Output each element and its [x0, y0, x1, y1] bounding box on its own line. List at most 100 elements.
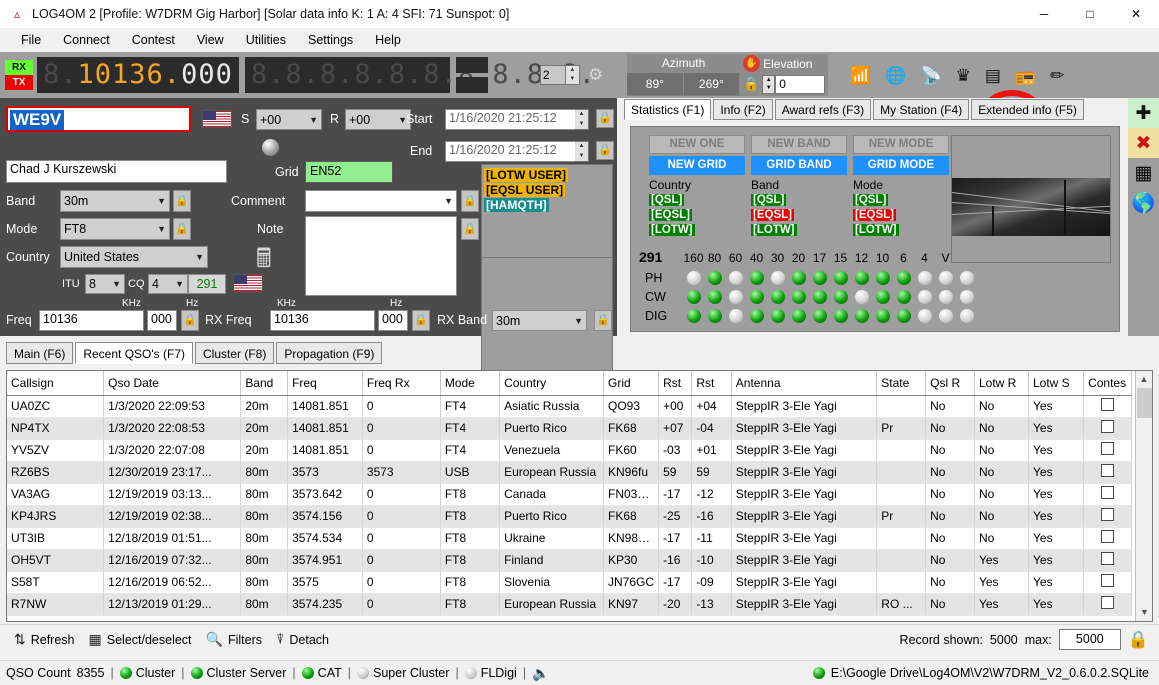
rx-band-lock-icon[interactable]: 🔒: [594, 310, 612, 331]
table-column-header[interactable]: Contes: [1083, 371, 1132, 396]
table-row[interactable]: OH5VT 12/16/2019 07:32... 80m 3574.951 0 FT8 F…: [7, 549, 1132, 572]
table-row[interactable]: RZ6BS 12/30/2019 23:17... 80m 3573 3573 USB Eu…: [7, 461, 1132, 484]
table-scrollbar[interactable]: ▲ ▼: [1135, 371, 1152, 621]
menu-file[interactable]: File: [10, 30, 52, 50]
table-row[interactable]: KP4JRS 12/19/2019 02:38... 80m 3574.156 0 FT8…: [7, 505, 1132, 528]
start-lock-icon[interactable]: 🔒: [596, 109, 614, 128]
grid-input[interactable]: EN52: [305, 161, 393, 183]
table-column-header[interactable]: Lotw S: [1028, 371, 1085, 396]
maximize-button[interactable]: □: [1067, 0, 1113, 28]
vfo-value[interactable]: 2: [539, 65, 566, 85]
table-row[interactable]: R7NW 12/13/2019 01:29... 80m 3574.235 0 FT8 Eu…: [7, 593, 1132, 616]
minimize-button[interactable]: ─: [1021, 0, 1067, 28]
table-column-header[interactable]: Grid: [603, 371, 660, 396]
freq-hz-input[interactable]: 000: [147, 310, 177, 331]
new-mode-button[interactable]: NEW MODE: [853, 135, 949, 154]
speaker-icon[interactable]: 🔈: [532, 665, 549, 682]
station-photo[interactable]: [951, 135, 1111, 263]
table-column-header[interactable]: Mode: [440, 371, 501, 396]
tab-propagation[interactable]: Propagation (F9): [276, 342, 383, 364]
comment-lock-icon[interactable]: 🔒: [461, 190, 479, 212]
menu-utilities[interactable]: Utilities: [235, 30, 297, 50]
menu-view[interactable]: View: [186, 30, 235, 50]
table-row[interactable]: NP4TX 1/3/2020 22:08:53 20m 14081.851 0 FT4 Pu…: [7, 417, 1132, 440]
cat-label[interactable]: CAT: [318, 666, 342, 680]
table-column-header[interactable]: Freq Rx: [362, 371, 441, 396]
globe-icon[interactable]: 🌐: [885, 67, 906, 84]
contest-checkbox[interactable]: [1101, 398, 1115, 411]
frequency-display[interactable]: 8. 10136. 000: [37, 57, 239, 93]
close-button[interactable]: ✕: [1113, 0, 1159, 28]
table-row[interactable]: S58T 12/16/2019 06:52... 80m 3575 0 FT8 Sloven…: [7, 571, 1132, 594]
end-datetime-input[interactable]: 1/16/2020 21:25:12: [445, 141, 589, 162]
max-records-input[interactable]: 5000: [1058, 629, 1121, 650]
stop-hand-icon[interactable]: ✋: [743, 55, 761, 72]
r-select[interactable]: +00 ▼: [345, 109, 411, 130]
delete-qso-icon[interactable]: ✖: [1128, 128, 1159, 158]
new-one-button[interactable]: NEW ONE: [649, 135, 745, 154]
antenna-rotor-icon[interactable]: 📡: [920, 67, 941, 84]
server-icon[interactable]: ▤: [985, 67, 1001, 84]
refresh-button[interactable]: ⇅ Refresh: [14, 631, 75, 648]
radio-icon[interactable]: 📻: [1015, 67, 1036, 84]
mode-select[interactable]: FT8 ▼: [60, 218, 170, 240]
contest-checkbox[interactable]: [1101, 486, 1115, 499]
start-spinner[interactable]: ▲ ▼: [575, 109, 589, 130]
band-lock-icon[interactable]: 🔒: [173, 190, 191, 212]
scroll-up-button[interactable]: ▲: [1136, 371, 1152, 388]
freq-lock-icon[interactable]: 🔒: [181, 310, 199, 331]
select-deselect-button[interactable]: ▦ Select/deselect: [89, 631, 192, 648]
note-lock-icon[interactable]: 🔒: [461, 218, 479, 240]
contest-checkbox[interactable]: [1101, 574, 1115, 587]
name-input[interactable]: Chad J Kurszewski: [6, 160, 227, 183]
contest-checkbox[interactable]: [1101, 464, 1115, 477]
rx-freq-hz-input[interactable]: 000: [378, 310, 408, 331]
table-row[interactable]: UA0ZC 1/3/2020 22:09:53 20m 14081.851 0 FT4 As…: [7, 395, 1132, 418]
tab-main[interactable]: Main (F6): [6, 342, 74, 364]
filters-button[interactable]: 🔍 Filters: [206, 631, 262, 648]
end-lock-icon[interactable]: 🔒: [596, 141, 614, 160]
table-column-header[interactable]: Freq: [287, 371, 363, 396]
new-band-button[interactable]: NEW BAND: [751, 135, 847, 154]
tab-extended-info[interactable]: Extended info (F5): [971, 99, 1084, 120]
table-column-header[interactable]: Antenna: [731, 371, 878, 396]
table-row[interactable]: VA3AG 12/19/2019 03:13... 80m 3573.642 0 FT8 C…: [7, 483, 1132, 506]
menu-help[interactable]: Help: [364, 30, 412, 50]
records-lock-icon[interactable]: 🔒: [1128, 630, 1149, 650]
table-column-header[interactable]: Callsign: [7, 371, 105, 396]
contest-checkbox[interactable]: [1101, 420, 1115, 433]
table-column-header[interactable]: Qso Date: [103, 371, 242, 396]
contest-checkbox[interactable]: [1101, 530, 1115, 543]
crown-icon[interactable]: ♛: [956, 67, 971, 84]
note-textarea[interactable]: [305, 216, 457, 296]
freq-khz-input[interactable]: 10136: [39, 310, 144, 331]
grid-mode-button[interactable]: GRID MODE: [853, 156, 949, 175]
table-column-header[interactable]: State: [876, 371, 927, 396]
scroll-down-button[interactable]: ▼: [1136, 604, 1152, 621]
vfo-spinner[interactable]: ▲ ▼: [565, 65, 580, 85]
table-column-header[interactable]: Lotw R: [974, 371, 1030, 396]
callsign-input[interactable]: WE9V: [10, 110, 65, 130]
tab-info[interactable]: Info (F2): [713, 99, 773, 120]
s-select[interactable]: +00 ▼: [256, 109, 322, 130]
tab-cluster[interactable]: Cluster (F8): [195, 342, 275, 364]
itu-select[interactable]: 8 ▼: [85, 274, 125, 294]
fldigi-label[interactable]: FLDigi: [481, 666, 517, 680]
tab-statistics[interactable]: Statistics (F1): [624, 99, 712, 120]
table-column-header[interactable]: Rst: [658, 371, 693, 396]
signal-waves-icon[interactable]: 📶: [850, 67, 871, 84]
band-select[interactable]: 30m ▼: [60, 190, 170, 212]
table-column-header[interactable]: Rst: [691, 371, 732, 396]
scrollbar-thumb[interactable]: [1137, 388, 1152, 418]
elevation-input[interactable]: 0: [775, 74, 826, 94]
country-select[interactable]: United States ▼: [60, 246, 208, 268]
pencil-icon[interactable]: ✏: [1050, 67, 1064, 84]
table-column-header[interactable]: Country: [499, 371, 604, 396]
new-grid-button[interactable]: NEW GRID: [649, 156, 745, 175]
globe-icon-sidebar[interactable]: 🌎: [1128, 188, 1159, 218]
tab-recent-qsos[interactable]: Recent QSO's (F7): [75, 342, 193, 364]
grid-band-button[interactable]: GRID BAND: [751, 156, 847, 175]
menu-settings[interactable]: Settings: [297, 30, 364, 50]
tab-award-refs[interactable]: Award refs (F3): [774, 99, 872, 120]
qsl-cards-icon[interactable]: ▦: [1128, 158, 1159, 188]
